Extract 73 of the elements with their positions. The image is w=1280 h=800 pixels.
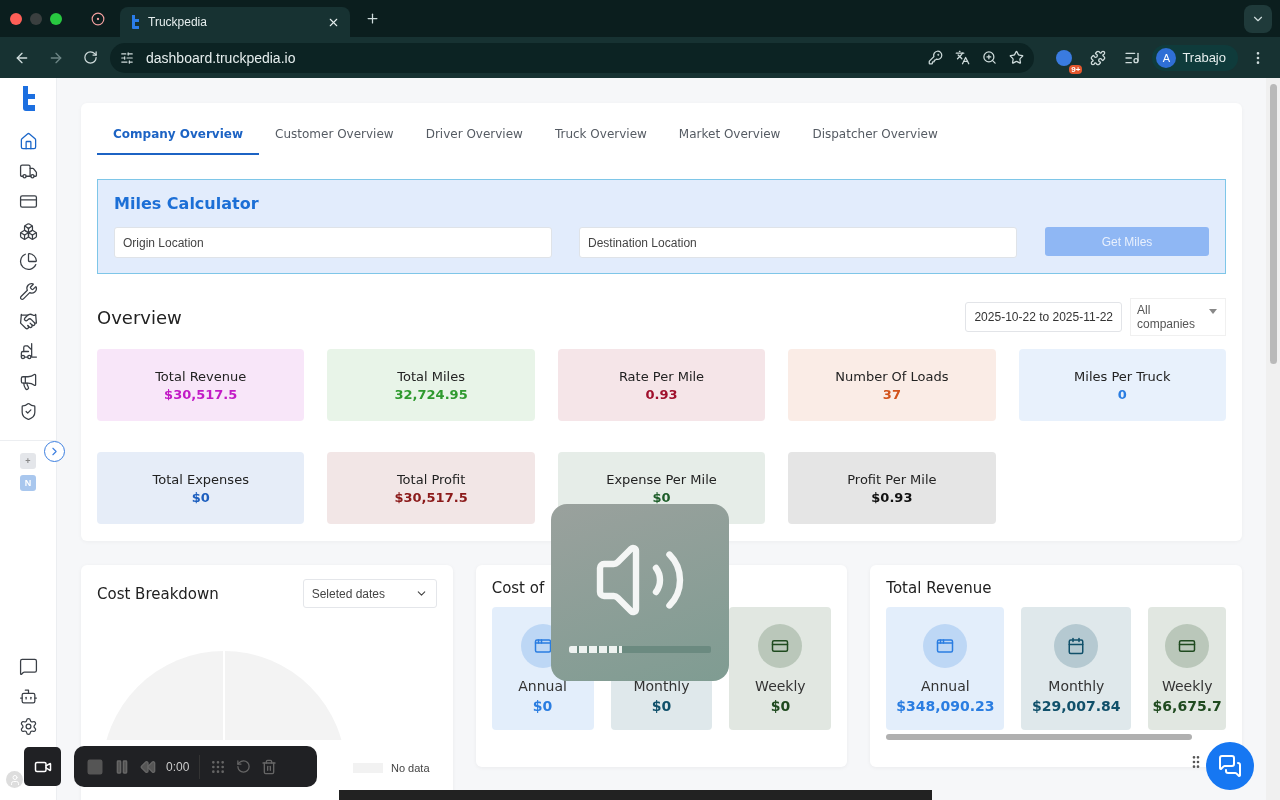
logo-icon	[20, 86, 36, 112]
translate-icon[interactable]	[955, 50, 971, 65]
browser-tab[interactable]: Truckpedia	[120, 7, 350, 37]
trash-icon[interactable]	[261, 758, 278, 775]
period-label: Monthly	[633, 677, 690, 694]
logo-icon	[130, 15, 140, 29]
tab[interactable]: Market Overview	[662, 119, 797, 155]
stat-value: 0.93	[645, 386, 678, 402]
zoom-icon[interactable]	[982, 50, 998, 65]
period-label: Weekly	[755, 677, 806, 694]
period-value: $29,007.84	[1032, 697, 1121, 714]
section-title: Overview	[97, 306, 183, 328]
stat-label: Miles Per Truck	[1074, 368, 1171, 384]
stat-label: Total Miles	[397, 368, 465, 384]
tab[interactable]: Customer Overview	[259, 119, 410, 155]
card-title: Cost Breakdown	[97, 584, 219, 603]
period-value: $0	[532, 697, 553, 714]
period-label: Weekly	[1161, 677, 1213, 694]
stat-label: Rate Per Mile	[618, 368, 705, 384]
caret-icon	[1209, 309, 1217, 314]
period-value: $348,090.23	[896, 697, 995, 714]
period-value: $0	[770, 697, 791, 714]
period-select[interactable]: Seleted dates	[302, 579, 437, 608]
stat-value: $0	[652, 489, 671, 505]
destination-field[interactable]: Destination Location	[579, 227, 1017, 258]
tab[interactable]: Truck Overview	[538, 119, 663, 155]
rewind-icon[interactable]	[140, 758, 156, 775]
stat-value: 37	[882, 386, 901, 402]
star-icon[interactable]	[1009, 50, 1025, 65]
stat-value: 32,724.95	[394, 386, 468, 402]
user-avatar-icon	[6, 771, 23, 788]
tab[interactable]: Dispatcher Overview	[796, 119, 954, 155]
stat-value: $30,517.5	[164, 386, 238, 402]
stat-label: Expense Per Mile	[606, 471, 717, 487]
stat-label: Total Expenses	[152, 471, 249, 487]
camera-button[interactable]	[24, 747, 61, 786]
scrollbar-thumb[interactable]	[1269, 84, 1277, 364]
tab-list-icon[interactable]	[1244, 4, 1272, 33]
period-value: $6,675.7	[1152, 697, 1222, 714]
period-label: Monthly	[1048, 677, 1105, 694]
stat-value: $30,517.5	[394, 489, 468, 505]
horizontal-scrollbar[interactable]	[886, 734, 1192, 740]
profile-button[interactable]: A Trabajo	[1152, 44, 1238, 71]
period-value: $0	[651, 697, 672, 714]
stat-label: Profit Per Mile	[847, 471, 937, 487]
grid-icon[interactable]	[210, 758, 227, 775]
stat-label: Total Revenue	[155, 368, 247, 384]
restart-icon[interactable]	[236, 759, 252, 774]
legend-label: No data	[391, 762, 430, 774]
period-label: Annual	[921, 677, 970, 694]
tab[interactable]: Driver Overview	[409, 119, 539, 155]
stat-value: $0	[191, 489, 210, 505]
origin-field[interactable]: Origin Location	[114, 227, 552, 258]
recording-time: 0:00	[166, 759, 190, 774]
date-range-field[interactable]: 2025-10-22 to 2025-11-22	[965, 302, 1122, 332]
key-icon[interactable]	[928, 50, 944, 65]
stat-value: 0	[1117, 386, 1127, 402]
card-title: Cost of	[491, 579, 546, 597]
site-settings-icon	[120, 50, 134, 65]
tab[interactable]: Company Overview	[97, 119, 260, 155]
chat-button[interactable]	[1206, 742, 1254, 790]
stat-value: $0.93	[871, 489, 913, 505]
address-bar[interactable]: dashboard.truckpedia.io	[110, 42, 1035, 73]
chat-icon	[1218, 754, 1242, 778]
calculator-title: Miles Calculator	[114, 194, 260, 213]
expand-icon[interactable]	[44, 441, 65, 462]
company-select[interactable]: All companies	[1130, 298, 1226, 336]
pause-icon[interactable]	[114, 758, 130, 775]
window-controls-icon	[10, 12, 62, 25]
card-title: Total Revenue	[886, 579, 993, 597]
stat-label: Number Of Loads	[835, 368, 949, 384]
stat-label: Total Profit	[396, 471, 466, 487]
period-label: Annual	[518, 677, 567, 694]
